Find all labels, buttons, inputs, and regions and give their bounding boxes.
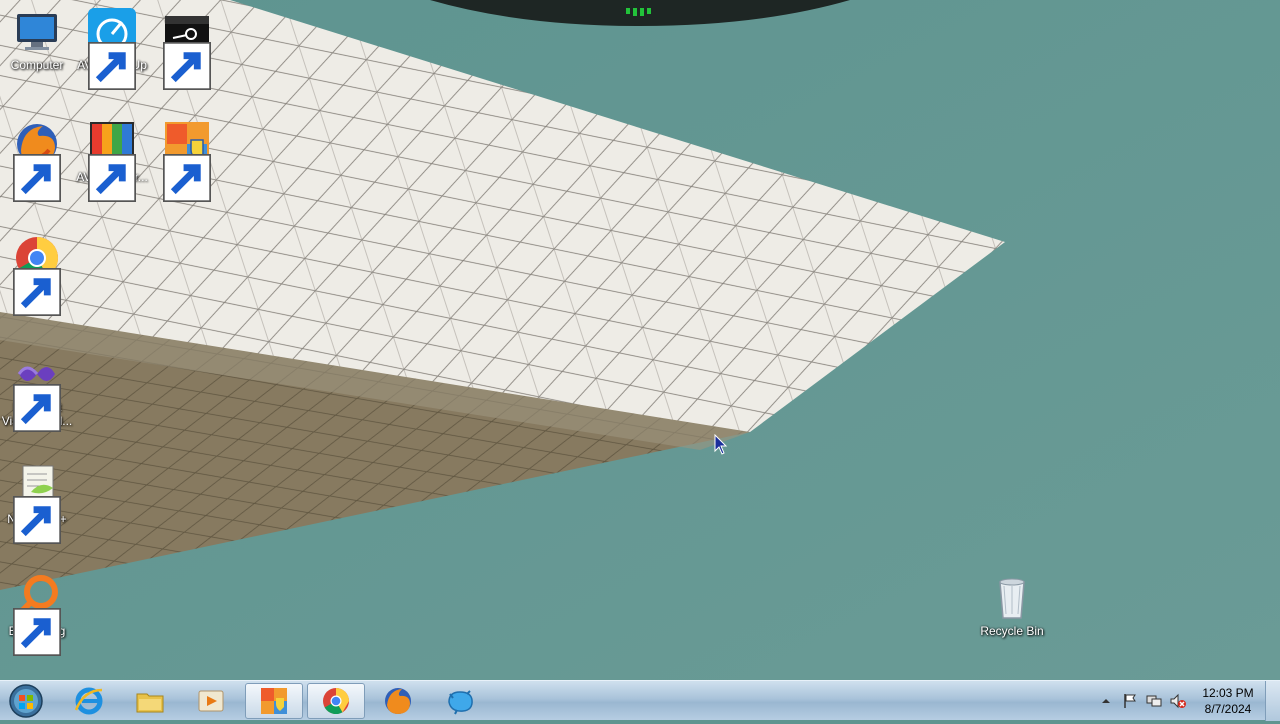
desktop-icon-firefox[interactable]: Firefox — [0, 120, 74, 202]
taskbar-internet-explorer[interactable] — [60, 683, 118, 719]
desktop-icon-notepadpp[interactable]: Notepad++ — [0, 462, 74, 544]
ntlite-icon — [163, 120, 211, 202]
visual-studio-icon — [13, 350, 61, 432]
shortcut-arrow-icon — [13, 384, 61, 432]
avg-antivirus-icon — [88, 120, 136, 202]
folder-icon — [136, 693, 164, 713]
windows-start-icon — [9, 684, 43, 718]
volume-muted-icon[interactable] — [1170, 693, 1186, 709]
taskbar-unknown-app[interactable] — [431, 683, 489, 719]
desktop-icon-visual-studio[interactable]: Microsoft Visual Stud... — [0, 350, 74, 432]
start-button[interactable] — [6, 683, 46, 719]
shortcut-arrow-icon — [13, 268, 61, 316]
taskbar: 12:03 PM 8/7/2024 — [0, 680, 1280, 721]
blue-blob-icon — [448, 690, 473, 715]
taskbar-media-player[interactable] — [182, 683, 240, 719]
mouse-cursor-icon — [714, 434, 728, 455]
desktop-icon-computer[interactable]: Computer — [0, 8, 74, 72]
desktop-wallpaper — [0, 0, 1280, 680]
desktop-icon-label: Computer — [10, 58, 64, 72]
firefox-icon — [13, 120, 61, 202]
top-dock-gadget — [430, 0, 850, 26]
system-tray: 12:03 PM 8/7/2024 — [1090, 681, 1280, 721]
desktop-icon-label: Recycle Bin — [980, 624, 1044, 638]
shortcut-arrow-icon — [13, 608, 61, 656]
taskbar-file-explorer[interactable] — [121, 683, 179, 719]
action-center-flag-icon[interactable] — [1122, 693, 1138, 709]
desktop-icon-ntlite[interactable]: NTLite — [150, 120, 224, 202]
show-hidden-icons-arrow[interactable] — [1098, 693, 1114, 709]
taskbar-ntlite[interactable] — [245, 683, 303, 719]
desktop-icon-avg-tuneup[interactable]: AVG TuneUp — [75, 8, 149, 90]
shortcut-arrow-icon — [163, 154, 211, 202]
computer-icon — [13, 8, 61, 56]
shortcut-arrow-icon — [13, 154, 61, 202]
desktop-icon-recycle-bin[interactable]: Recycle Bin — [975, 574, 1049, 638]
desktop-icon-avg-antivirus[interactable]: AVG AntiVir... — [75, 120, 149, 202]
ntlite-icon — [261, 688, 287, 714]
desktop-icon-everything[interactable]: Everything — [0, 574, 74, 656]
desktop-icon-chrome[interactable]: Google Chrome — [0, 234, 74, 316]
clock[interactable]: 12:03 PM 8/7/2024 — [1192, 685, 1264, 717]
shortcut-arrow-icon — [88, 154, 136, 202]
show-desktop-button[interactable] — [1265, 681, 1280, 721]
steam-icon — [163, 8, 211, 90]
chrome-icon — [323, 688, 349, 715]
media-player-icon — [198, 690, 224, 712]
chrome-icon — [13, 234, 61, 316]
shortcut-arrow-icon — [163, 42, 211, 90]
network-icon[interactable] — [1146, 693, 1162, 709]
shortcut-arrow-icon — [13, 496, 61, 544]
everything-icon — [13, 574, 61, 656]
clock-date: 8/7/2024 — [1204, 702, 1252, 716]
taskbar-firefox[interactable] — [369, 683, 427, 719]
desktop-icon-steam[interactable]: Steam — [150, 8, 224, 90]
internet-explorer-icon — [74, 687, 103, 715]
avg-tuneup-icon — [88, 8, 136, 90]
shortcut-arrow-icon — [88, 42, 136, 90]
recycle-bin-icon — [988, 574, 1036, 622]
taskbar-chrome[interactable] — [307, 683, 365, 719]
clock-time: 12:03 PM — [1202, 686, 1254, 700]
notepadpp-icon — [13, 462, 61, 544]
firefox-icon — [385, 688, 411, 714]
